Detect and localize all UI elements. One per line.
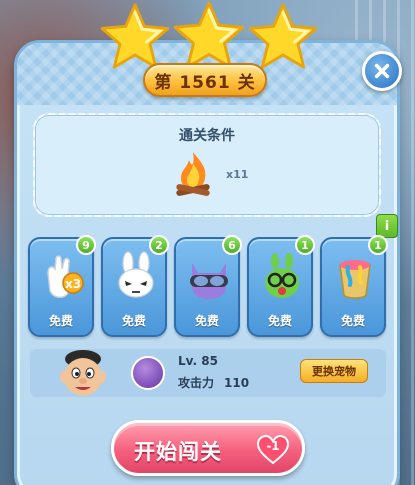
close-button[interactable] [362, 51, 402, 91]
level-title: 第 1561 关 [143, 63, 267, 97]
white-bunny-icon [111, 251, 161, 301]
goal-count: x11 [226, 168, 249, 181]
start-level-button[interactable]: 开始闯关 -1 [111, 420, 305, 476]
star-icon [170, 0, 248, 70]
pet-attack-label: 攻击力 [178, 376, 215, 390]
booster-label: 免费 [121, 314, 146, 328]
booster-count-badge: 1 [295, 235, 315, 255]
pet-attack-value: 110 [224, 376, 250, 390]
purple-cat-goggles-icon [184, 251, 234, 301]
booster-count-badge: 6 [222, 235, 242, 255]
paint-bucket-icon [330, 251, 380, 301]
green-frog-icon [257, 251, 307, 301]
campfire-icon [171, 148, 215, 198]
star-icon [98, 2, 172, 70]
booster-count-badge: 9 [76, 235, 96, 255]
life-cost: -1 [266, 439, 280, 453]
booster-label: 免费 [340, 314, 365, 328]
booster-card[interactable]: 6 免费 [174, 235, 242, 337]
booster-label: 免费 [267, 314, 292, 328]
start-label: 开始闯关 [134, 440, 222, 464]
booster-card[interactable]: 2 免费 [101, 235, 169, 337]
glove-x3-icon: x3 [38, 251, 88, 301]
pet-level: Lv. 85 [178, 354, 218, 368]
booster-card[interactable]: 1 免费 [247, 235, 315, 337]
pet-icon [131, 356, 165, 390]
svg-text:x3: x3 [65, 277, 81, 291]
close-icon [374, 63, 390, 79]
booster-label: 免费 [48, 314, 73, 328]
objective-title: 通关条件 [179, 128, 235, 144]
booster-count-badge: 1 [368, 235, 388, 255]
change-pet-button[interactable]: 更换宠物 [300, 359, 368, 383]
booster-count-badge: 2 [149, 235, 169, 255]
star-icon [246, 2, 320, 70]
booster-card[interactable]: x3 9 免费 [28, 235, 96, 337]
avatar [57, 347, 109, 399]
pet-attack: 攻击力 110 [178, 374, 249, 391]
booster-label: 免费 [194, 314, 219, 328]
booster-card[interactable]: 1 免费 [320, 235, 388, 337]
